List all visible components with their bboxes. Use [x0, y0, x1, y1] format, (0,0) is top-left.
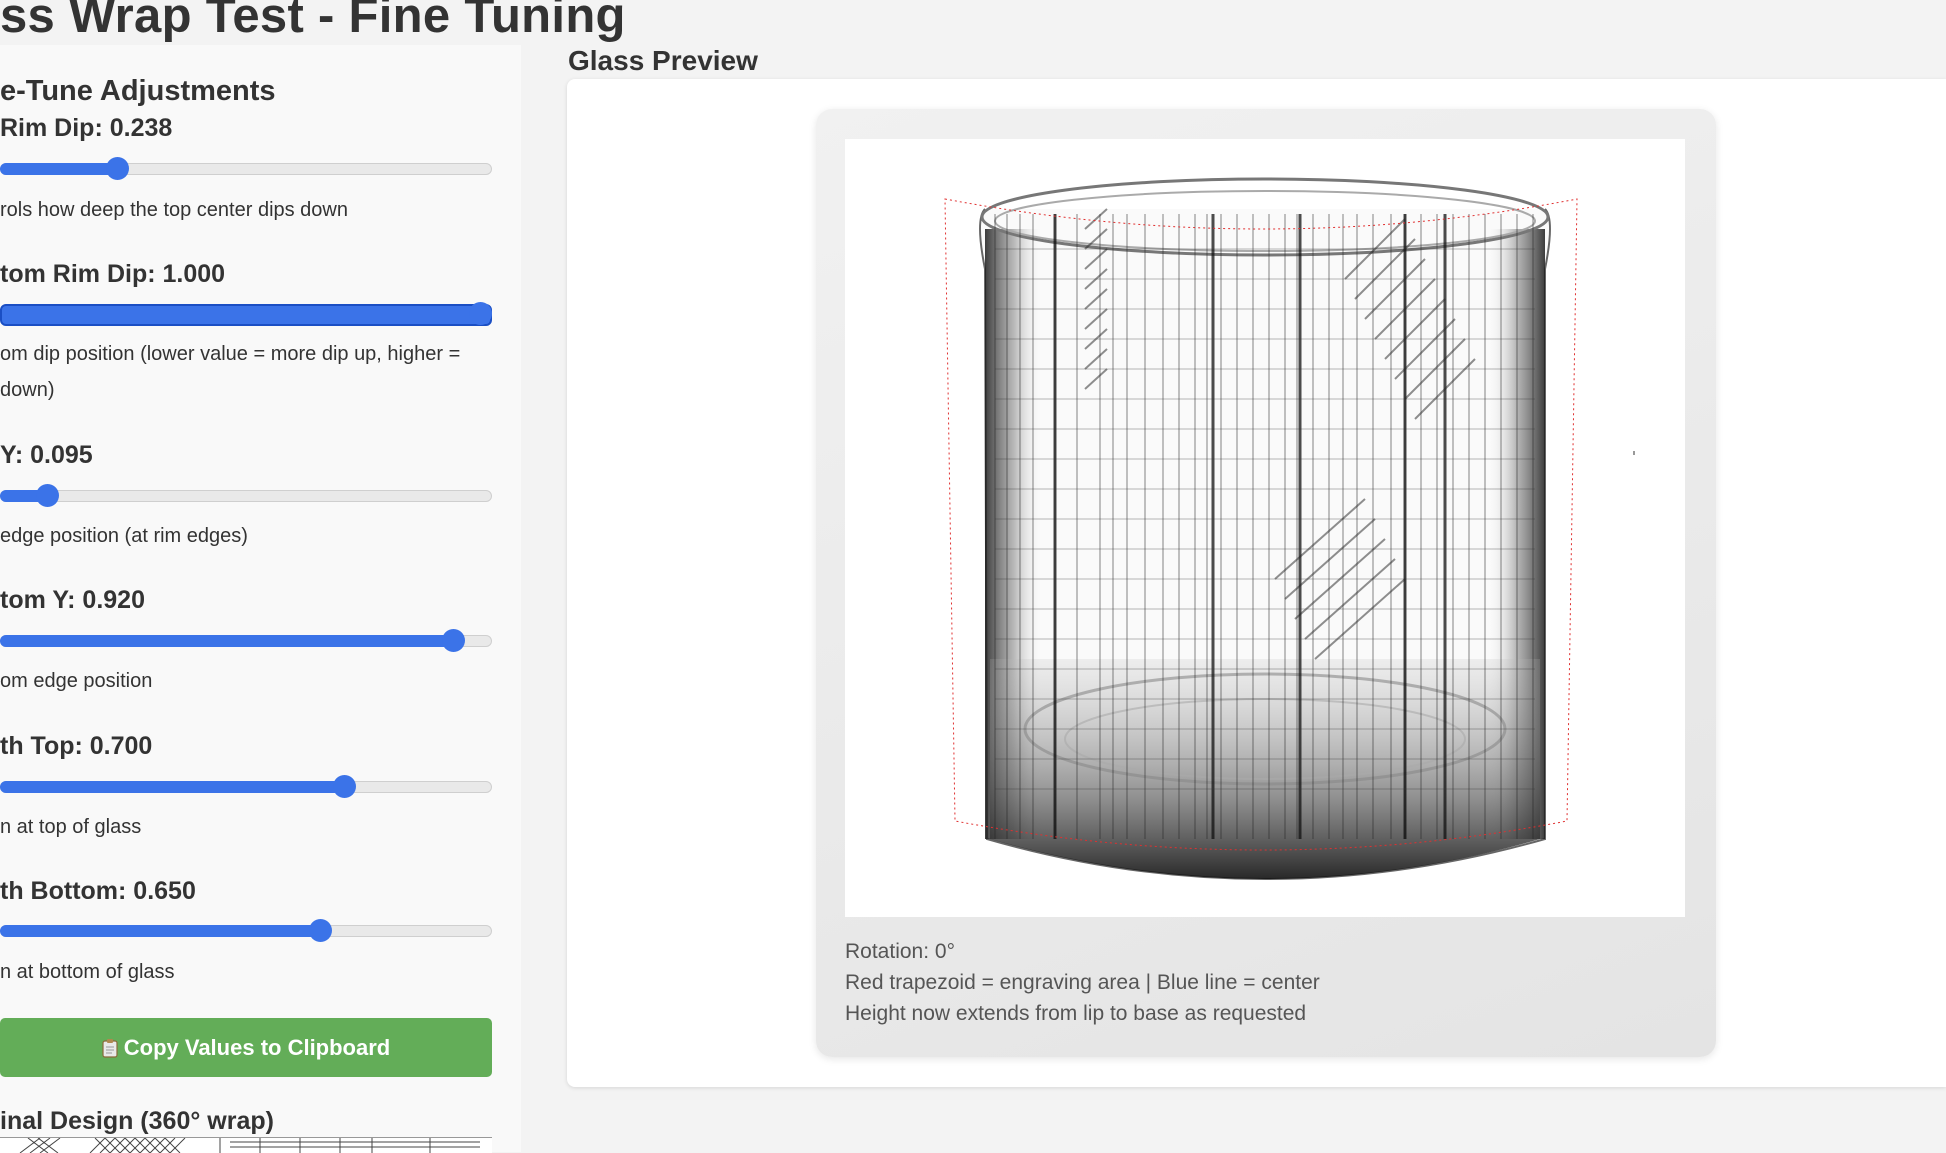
copy-values-button[interactable]: Copy Values to Clipboard: [0, 1018, 492, 1077]
top-y-description: edge position (at rim edges): [0, 525, 248, 547]
section-heading: e-Tune Adjustments: [0, 75, 276, 107]
slider-thumb[interactable]: [308, 919, 332, 942]
slider-fill: [0, 781, 345, 793]
width-top-description: n at top of glass: [0, 816, 142, 838]
slider-track: [0, 304, 492, 326]
rim-dip-label: Rim Dip: 0.238: [0, 114, 173, 142]
width-top-label: th Top: 0.700: [0, 732, 153, 760]
width-top-slider[interactable]: [0, 772, 492, 800]
width-bottom-description: n at bottom of glass: [0, 961, 175, 983]
slider-thumb[interactable]: [441, 629, 465, 652]
bottom-rim-dip-label: tom Rim Dip: 1.000: [0, 260, 226, 288]
slider-thumb[interactable]: [333, 775, 357, 798]
slider-fill: [0, 925, 320, 937]
rim-dip-description: rols how deep the top center dips down: [0, 199, 348, 221]
preview-heading: Glass Preview: [568, 45, 758, 76]
copy-values-label: Copy Values to Clipboard: [123, 1034, 391, 1060]
bottom-rim-dip-slider[interactable]: [0, 299, 492, 327]
original-design-heading: inal Design (360° wrap): [0, 1107, 274, 1135]
slider-thumb[interactable]: [106, 157, 130, 180]
rim-dip-slider[interactable]: [0, 154, 492, 182]
slider-track: [0, 490, 492, 502]
slider-thumb[interactable]: [469, 302, 492, 325]
page-title: ss Wrap Test - Fine Tuning: [0, 0, 626, 43]
slider-fill: [0, 635, 453, 647]
width-bottom-label: th Bottom: 0.650: [0, 877, 196, 905]
top-y-label: Y: 0.095: [0, 441, 93, 469]
original-design-image: [0, 1137, 492, 1153]
bottom-rim-dip-description: om dip position (lower value = more dip …: [0, 343, 461, 401]
width-bottom-slider[interactable]: [0, 916, 492, 944]
bottom-y-slider[interactable]: [0, 626, 492, 654]
height-note: Height now extends from lip to base as r…: [845, 1002, 1307, 1025]
slider-fill: [0, 163, 118, 175]
top-y-slider[interactable]: [0, 481, 492, 509]
rotation-text: Rotation: 0°: [845, 940, 955, 963]
glass-preview-canvas[interactable]: [845, 139, 1685, 917]
clipboard-icon: [102, 1038, 118, 1058]
bottom-y-label: tom Y: 0.920: [0, 586, 145, 614]
slider-thumb[interactable]: [35, 484, 59, 507]
bottom-y-description: om edge position: [0, 670, 153, 692]
legend-text: Red trapezoid = engraving area | Blue li…: [845, 971, 1320, 994]
